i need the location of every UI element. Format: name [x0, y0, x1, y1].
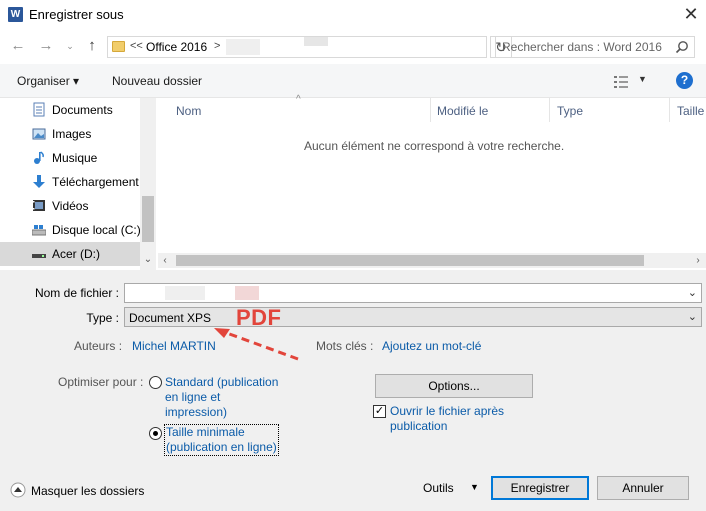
scroll-down-arrow-icon[interactable]: ⌄ [140, 252, 156, 268]
forward-arrow-icon[interactable]: → [36, 36, 56, 56]
local-disk-icon [32, 225, 46, 236]
videos-icon [33, 200, 45, 211]
column-divider[interactable] [549, 98, 550, 122]
sort-ascending-icon: ^ [296, 94, 301, 105]
address-overflow[interactable]: << [130, 40, 143, 52]
sidebar-item-documents[interactable]: Documents [0, 98, 140, 122]
recent-locations-chevron-icon[interactable]: ⌄ [60, 36, 80, 56]
redacted-filename [165, 286, 205, 300]
sidebar-item-label: Disque local (C:) [52, 223, 141, 237]
radio-minimal-size[interactable] [149, 427, 162, 440]
open-after-line: publication [390, 419, 448, 433]
column-header-name[interactable]: Nom [176, 104, 201, 118]
new-folder-button[interactable]: Nouveau dossier [112, 74, 202, 88]
column-divider[interactable] [430, 98, 431, 122]
view-dropdown-chevron-icon[interactable]: ▼ [638, 74, 647, 84]
help-icon[interactable]: ? [676, 72, 693, 89]
type-label: Type : [86, 311, 119, 325]
hide-folders-button[interactable]: Masquer les dossiers [31, 484, 144, 498]
search-box[interactable]: Rechercher dans : Word 2016 [495, 36, 695, 58]
optimize-label: Optimiser pour : [58, 375, 144, 389]
option-minimal-line: (publication en ligne) [166, 440, 277, 454]
drive-icon [32, 254, 46, 258]
column-divider[interactable] [669, 98, 670, 122]
sidebar-item-music[interactable]: Musique [0, 146, 140, 170]
sidebar-item-label: Images [52, 127, 92, 141]
word-app-icon: W [8, 7, 23, 22]
search-placeholder: Rechercher dans : Word 2016 [502, 40, 662, 54]
documents-icon [33, 102, 45, 117]
sidebar-item-images[interactable]: Images [0, 122, 140, 146]
collapse-up-icon[interactable] [10, 482, 26, 498]
column-header-type[interactable]: Type [557, 104, 583, 118]
music-icon [34, 151, 44, 164]
horizontal-scroll-thumb[interactable] [176, 255, 644, 266]
sidebar-item-local-disk[interactable]: Disque local (C:) [0, 218, 141, 242]
radio-standard[interactable] [149, 376, 162, 389]
redacted-filename-2 [235, 286, 259, 300]
option-standard-label[interactable]: Standard (publication en ligne et impres… [165, 375, 278, 420]
sidebar-item-videos[interactable]: Vidéos [0, 194, 140, 218]
sidebar-item-label: Téléchargement [52, 175, 139, 189]
sidebar-scroll-thumb[interactable] [142, 196, 154, 242]
option-minimal-line: Taille minimale [166, 425, 245, 439]
cancel-button[interactable]: Annuler [597, 476, 689, 500]
address-folder-segment[interactable]: Office 2016 [146, 40, 207, 54]
view-options-icon[interactable] [614, 76, 630, 88]
toolbar: Organiser ▾ Nouveau dossier ▼ ? [0, 64, 706, 98]
option-standard-line: Standard (publication [165, 375, 279, 389]
title-bar: W Enregistrer sous ✕ [0, 0, 706, 30]
sidebar-item-label: Acer (D:) [52, 247, 100, 261]
filename-input[interactable]: ⌄ [124, 283, 702, 303]
redacted-path [226, 39, 260, 55]
type-value: Document XPS [129, 311, 212, 325]
save-button[interactable]: Enregistrer [491, 476, 589, 500]
column-header-modified[interactable]: Modifié le [437, 104, 488, 118]
sidebar-item-label: Vidéos [52, 199, 89, 213]
scroll-left-arrow-icon[interactable]: ‹ [158, 253, 172, 268]
images-icon [32, 128, 46, 140]
navigation-pane: Documents Images Musique Téléchargement … [0, 98, 156, 268]
keywords-input[interactable]: Ajoutez un mot-clé [382, 339, 481, 353]
tools-dropdown-icon[interactable]: ▼ [470, 482, 479, 492]
redacted-path-2 [304, 37, 328, 46]
authors-value[interactable]: Michel MARTIN [132, 339, 216, 353]
folder-icon [112, 41, 125, 52]
sidebar-scrollbar[interactable] [140, 98, 156, 270]
column-header-size[interactable]: Taille [677, 104, 704, 118]
up-folder-arrow-icon[interactable]: ↑ [82, 36, 102, 56]
sidebar-item-downloads[interactable]: Téléchargement [0, 170, 140, 194]
annotation-arrow-icon [214, 328, 299, 361]
sidebar-item-label: Musique [52, 151, 98, 165]
option-standard-line: impression) [165, 405, 228, 419]
option-standard-line: en ligne et [165, 390, 221, 404]
open-after-checkbox[interactable]: ✓ [373, 405, 386, 418]
address-bar[interactable]: << Office 2016 > [107, 36, 487, 58]
search-icon[interactable] [674, 39, 690, 55]
scroll-right-arrow-icon[interactable]: › [691, 253, 705, 268]
sidebar-item-acer-drive[interactable]: Acer (D:) [0, 242, 140, 266]
close-icon[interactable]: ✕ [680, 3, 702, 25]
chevron-down-icon[interactable]: ⌄ [688, 310, 697, 323]
window-title: Enregistrer sous [29, 7, 124, 22]
option-minimal-label[interactable]: Taille minimale (publication en ligne) [164, 424, 279, 456]
download-icon [33, 175, 45, 188]
organize-button[interactable]: Organiser ▾ [17, 74, 79, 88]
empty-list-message: Aucun élément ne correspond à votre rech… [304, 139, 565, 153]
filename-label: Nom de fichier : [34, 286, 119, 300]
address-chevron[interactable]: > [214, 40, 220, 52]
tools-button[interactable]: Outils [423, 481, 454, 495]
sidebar-item-label: Documents [52, 103, 113, 117]
open-after-label[interactable]: Ouvrir le fichier après publication [390, 404, 504, 434]
keywords-label: Mots clés : [316, 339, 374, 353]
back-arrow-icon[interactable]: ← [8, 36, 28, 56]
chevron-down-icon[interactable]: ⌄ [688, 286, 697, 299]
options-button[interactable]: Options... [375, 374, 533, 398]
open-after-line: Ouvrir le fichier après [390, 404, 505, 418]
authors-label: Auteurs : [74, 339, 123, 353]
type-select[interactable]: Document XPS ⌄ [124, 307, 702, 327]
